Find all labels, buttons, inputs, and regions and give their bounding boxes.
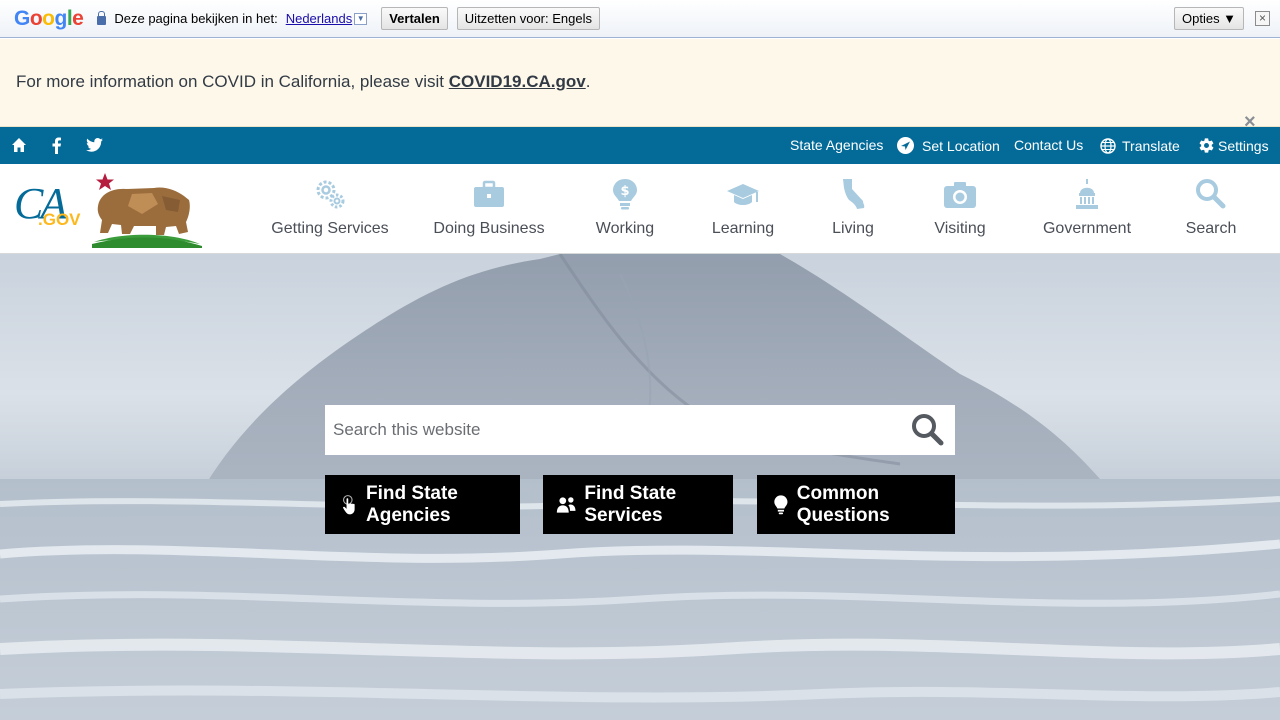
hero-section: Find State Agencies Find State Services … bbox=[0, 254, 1280, 720]
google-logo: Google bbox=[14, 6, 84, 30]
nav-label: Learning bbox=[711, 220, 775, 237]
lock-icon bbox=[97, 11, 107, 25]
options-button[interactable]: Opties ▼ bbox=[1174, 7, 1245, 30]
pointer-hand-icon bbox=[343, 494, 355, 514]
nav-visiting[interactable]: Visiting bbox=[928, 164, 992, 254]
nav-getting-services[interactable]: Getting Services bbox=[265, 164, 395, 254]
location-icon bbox=[897, 137, 914, 154]
nav-label: Getting Services bbox=[271, 220, 389, 237]
close-translate-bar-button[interactable]: × bbox=[1255, 11, 1270, 26]
search-icon[interactable] bbox=[910, 413, 946, 447]
california-icon bbox=[843, 179, 865, 209]
alert-text: For more information on COVID in Califor… bbox=[16, 72, 449, 91]
gears-icon bbox=[316, 180, 345, 209]
find-state-services-button[interactable]: Find State Services bbox=[543, 475, 733, 534]
gear-icon bbox=[1199, 138, 1214, 153]
language-select[interactable]: Nederlands bbox=[286, 11, 353, 26]
find-state-agencies-button[interactable]: Find State Agencies bbox=[325, 475, 520, 534]
search-icon bbox=[1196, 179, 1226, 209]
turn-off-translation-button[interactable]: Uitzetten voor: Engels bbox=[456, 7, 600, 30]
dropdown-arrow-icon[interactable]: ▼ bbox=[354, 12, 368, 25]
state-agencies-link[interactable]: State Agencies bbox=[790, 137, 883, 153]
main-navigation: CA .GOV Getting Services Doing Business bbox=[0, 164, 1280, 254]
people-icon bbox=[556, 496, 576, 513]
covid-link[interactable]: COVID19.CA.gov bbox=[449, 72, 586, 91]
utility-header: State Agencies Set Location Contact Us T… bbox=[0, 127, 1280, 164]
settings-link[interactable]: Settings bbox=[1218, 138, 1269, 154]
briefcase-icon bbox=[474, 180, 504, 207]
nav-search[interactable]: Search bbox=[1180, 164, 1242, 254]
nav-label: Doing Business bbox=[433, 220, 545, 237]
translate-link[interactable]: Translate bbox=[1122, 138, 1180, 154]
find-state-services-label: Find State Services bbox=[584, 482, 677, 526]
nav-government[interactable]: Government bbox=[1040, 164, 1134, 254]
svg-text:$: $ bbox=[620, 184, 629, 199]
site-search bbox=[325, 405, 955, 455]
twitter-icon[interactable] bbox=[86, 138, 103, 152]
nav-learning[interactable]: Learning bbox=[710, 164, 776, 254]
translate-prompt: Deze pagina bekijken in het: bbox=[114, 11, 278, 26]
search-input[interactable] bbox=[325, 405, 905, 455]
ca-gov-logo[interactable]: CA .GOV bbox=[12, 172, 204, 248]
google-translate-bar: Google Deze pagina bekijken in het: Nede… bbox=[0, 0, 1280, 38]
lightbulb-icon bbox=[774, 494, 788, 514]
nav-living[interactable]: Living bbox=[826, 164, 880, 254]
home-icon[interactable] bbox=[11, 137, 27, 153]
nav-label: Visiting bbox=[934, 220, 986, 237]
facebook-icon[interactable] bbox=[51, 137, 62, 154]
set-location-link[interactable]: Set Location bbox=[922, 138, 1000, 154]
nav-label: Government bbox=[1042, 220, 1132, 237]
alert-message: For more information on COVID in Califor… bbox=[16, 72, 590, 92]
covid-alert-banner: For more information on COVID in Califor… bbox=[0, 39, 1280, 133]
nav-label: Working bbox=[595, 220, 655, 237]
translate-button[interactable]: Vertalen bbox=[381, 7, 448, 30]
globe-icon bbox=[1100, 138, 1116, 154]
capitol-icon bbox=[1076, 179, 1098, 209]
graduation-cap-icon bbox=[727, 184, 759, 205]
contact-us-link[interactable]: Contact Us bbox=[1014, 137, 1083, 153]
lightbulb-dollar-icon: $ bbox=[613, 179, 637, 210]
nav-working[interactable]: $ Working bbox=[590, 164, 660, 254]
find-state-agencies-label: Find State Agencies bbox=[366, 482, 458, 526]
nav-doing-business[interactable]: Doing Business bbox=[430, 164, 548, 254]
bear-flag-icon bbox=[92, 173, 202, 248]
gov-logo-text: .GOV bbox=[38, 210, 81, 229]
common-questions-button[interactable]: Common Questions bbox=[757, 475, 955, 534]
camera-icon bbox=[944, 182, 976, 208]
nav-label: Search bbox=[1185, 220, 1237, 237]
nav-label: Living bbox=[832, 220, 874, 237]
common-questions-label: Common Questions bbox=[796, 482, 890, 526]
alert-suffix: . bbox=[585, 72, 591, 91]
